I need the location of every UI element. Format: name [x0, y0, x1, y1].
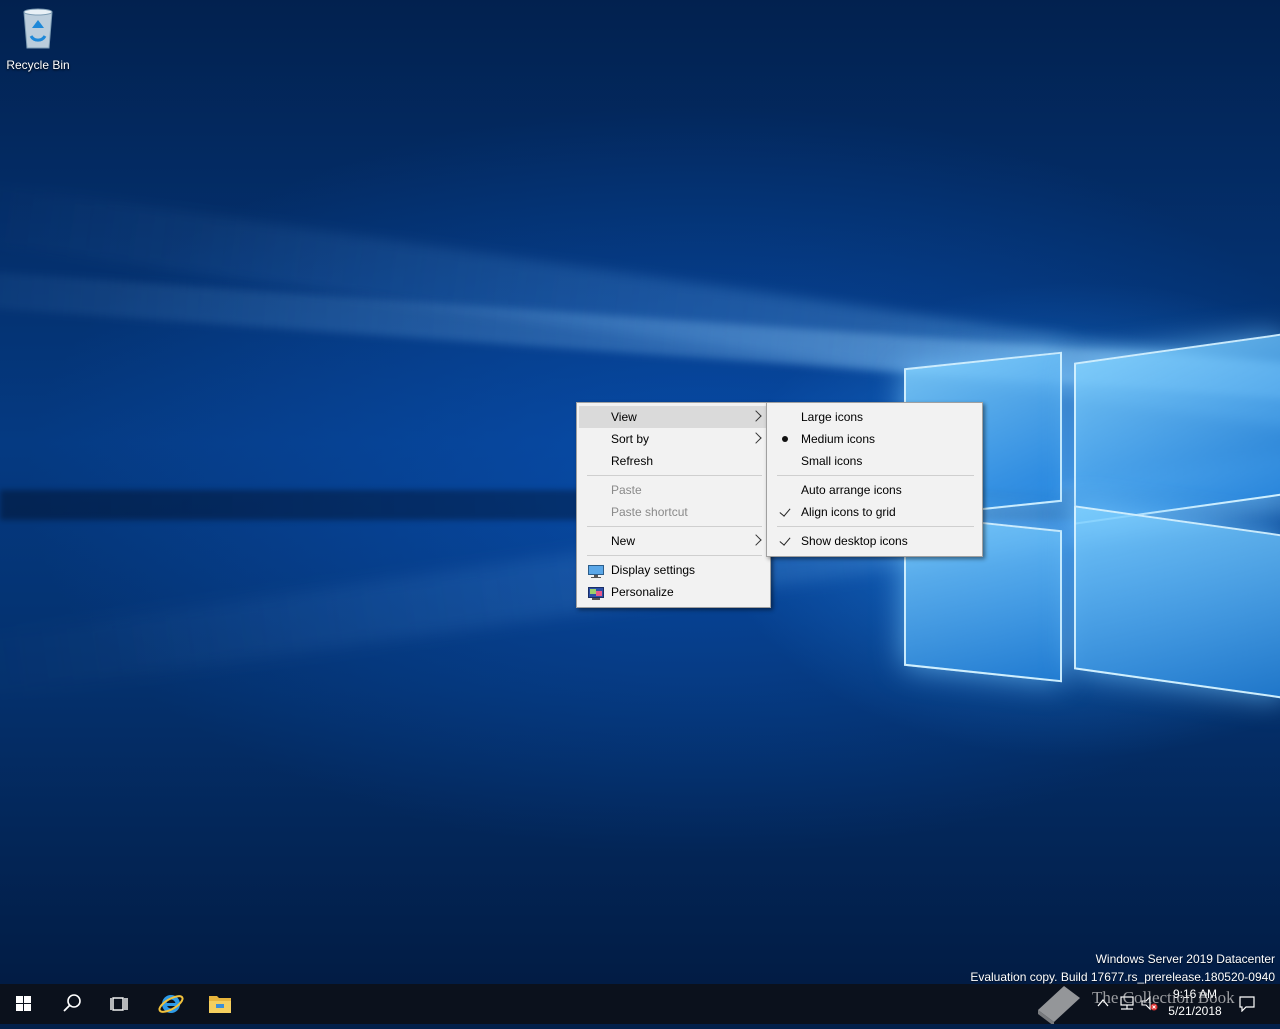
network-tray-button[interactable]	[1118, 996, 1136, 1017]
menu-item-label: View	[611, 410, 637, 424]
file-explorer-icon	[209, 996, 231, 1013]
file-explorer-button[interactable]	[196, 984, 244, 1024]
chevron-up-icon	[1097, 998, 1109, 1007]
checkmark-icon	[779, 505, 791, 517]
menu-item-view[interactable]: View	[579, 406, 768, 428]
display-settings-icon	[588, 563, 604, 578]
start-icon	[16, 996, 31, 1011]
menu-item-label: Display settings	[611, 563, 696, 577]
watermark-build: Evaluation copy. Build 17677.rs_prerelea…	[970, 970, 1275, 984]
menu-item-small-icons[interactable]: Small icons	[769, 450, 980, 472]
menu-item-personalize[interactable]: Personalize	[579, 581, 768, 603]
task-view-button[interactable]	[96, 984, 144, 1024]
windows-logo-pane	[1074, 505, 1280, 699]
menu-separator	[777, 475, 974, 476]
personalize-icon	[588, 585, 604, 600]
internet-explorer-button[interactable]	[146, 984, 194, 1024]
menu-item-label: Large icons	[801, 410, 864, 424]
menu-item-large-icons[interactable]: Large icons	[769, 406, 980, 428]
menu-item-label: Medium icons	[801, 432, 876, 446]
menu-item-label: Paste	[611, 483, 642, 497]
menu-item-label: New	[611, 534, 636, 548]
menu-item-label: Refresh	[611, 454, 654, 468]
menu-item-new[interactable]: New	[579, 530, 768, 552]
chevron-right-icon	[750, 534, 762, 546]
search-button[interactable]	[48, 984, 96, 1024]
network-icon	[1120, 996, 1134, 1010]
menu-item-label: Align icons to grid	[801, 505, 896, 519]
windows-logo-pane	[1074, 333, 1280, 525]
notification-icon	[1239, 996, 1255, 1013]
menu-separator	[587, 555, 762, 556]
menu-item-paste-shortcut[interactable]: Paste shortcut	[579, 501, 768, 523]
menu-separator	[587, 475, 762, 476]
start-button[interactable]	[0, 984, 48, 1024]
menu-item-display-settings[interactable]: Display settings	[579, 559, 768, 581]
menu-item-align-to-grid[interactable]: Align icons to grid	[769, 501, 980, 523]
menu-item-auto-arrange[interactable]: Auto arrange icons	[769, 479, 980, 501]
taskbar-clock[interactable]: 9:16 AM 5/21/2018	[1150, 986, 1240, 1020]
checkmark-icon	[779, 534, 791, 546]
menu-item-show-desktop-icons[interactable]: Show desktop icons	[769, 530, 980, 552]
menu-item-sort-by[interactable]: Sort by	[579, 428, 768, 450]
task-view-icon	[110, 997, 128, 1011]
internet-explorer-icon	[158, 995, 184, 1013]
menu-item-paste[interactable]: Paste	[579, 479, 768, 501]
radio-bullet-icon	[782, 436, 788, 442]
menu-item-medium-icons[interactable]: Medium icons	[769, 428, 980, 450]
search-icon	[63, 994, 81, 1012]
show-hidden-icons-button[interactable]	[1096, 996, 1110, 1015]
watermark-edition: Windows Server 2019 Datacenter	[1095, 952, 1275, 966]
menu-separator	[587, 526, 762, 527]
taskbar: 9:16 AM 5/21/2018	[0, 984, 1280, 1024]
desktop-context-menu: View Sort by Refresh Paste Paste shortcu…	[576, 402, 771, 608]
menu-item-label: Auto arrange icons	[801, 483, 902, 497]
menu-item-label: Small icons	[801, 454, 863, 468]
menu-item-label: Paste shortcut	[611, 505, 688, 519]
menu-item-label: Personalize	[611, 585, 674, 599]
menu-item-refresh[interactable]: Refresh	[579, 450, 768, 472]
clock-date: 5/21/2018	[1168, 1004, 1222, 1018]
clock-time: 9:16 AM	[1172, 987, 1218, 1001]
desktop-icon-recycle-bin[interactable]: Recycle Bin	[2, 6, 74, 76]
os-watermark: Windows Server 2019 Datacenter Evaluatio…	[970, 950, 1275, 984]
recycle-bin-icon	[18, 6, 58, 50]
action-center-button[interactable]	[1238, 996, 1256, 1017]
view-submenu: Large icons Medium icons Small icons Aut…	[766, 402, 983, 557]
menu-item-label: Sort by	[611, 432, 650, 446]
menu-separator	[777, 526, 974, 527]
chevron-right-icon	[750, 432, 762, 444]
desktop-icon-label: Recycle Bin	[6, 58, 70, 72]
chevron-right-icon	[750, 410, 762, 422]
menu-item-label: Show desktop icons	[801, 534, 908, 548]
